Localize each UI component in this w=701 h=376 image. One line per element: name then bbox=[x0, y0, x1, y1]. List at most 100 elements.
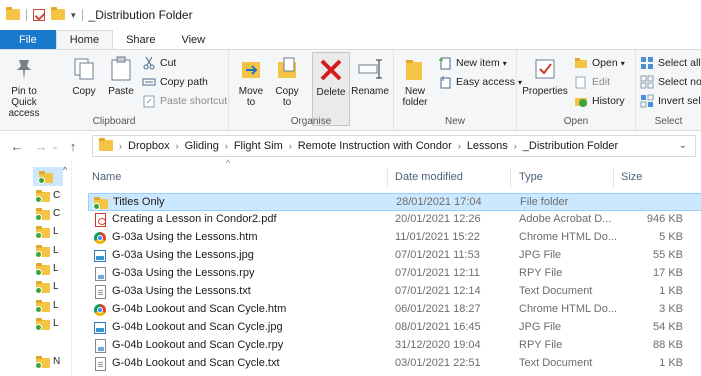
back-arrow-icon[interactable]: ← bbox=[8, 139, 26, 154]
column-divider[interactable] bbox=[613, 168, 614, 188]
file-row[interactable]: G-04b Lookout and Scan Cycle.htm 06/01/2… bbox=[88, 301, 701, 319]
title-bar: ▾ _Distribution Folder bbox=[0, 0, 701, 30]
select-all-button[interactable]: Select all bbox=[640, 56, 701, 70]
breadcrumb-remote-instruction[interactable]: Remote Instruction with Condor bbox=[298, 140, 452, 152]
copy-button[interactable]: Copy bbox=[68, 54, 100, 97]
new-folder-quick-icon[interactable] bbox=[51, 7, 65, 21]
file-row[interactable]: G-04b Lookout and Scan Cycle.jpg 08/01/2… bbox=[88, 319, 701, 337]
file-name: G-03a Using the Lessons.htm bbox=[112, 231, 258, 243]
breadcrumb-distribution-folder[interactable]: _Distribution Folder bbox=[523, 140, 618, 152]
history-label: History bbox=[592, 95, 625, 107]
breadcrumb-dropbox[interactable]: Dropbox bbox=[128, 140, 170, 152]
file-name: G-04b Lookout and Scan Cycle.txt bbox=[112, 357, 280, 369]
nav-item[interactable]: C bbox=[35, 186, 71, 205]
file-row[interactable]: G-04b Lookout and Scan Cycle.rpy 31/12/2… bbox=[88, 337, 701, 355]
paste-shortcut-button[interactable]: Paste shortcut bbox=[142, 94, 227, 108]
image-icon bbox=[93, 321, 107, 335]
file-date: 07/01/2021 12:14 bbox=[395, 285, 481, 297]
properties-label: Properties bbox=[522, 86, 568, 97]
chevron-right-icon[interactable]: › bbox=[225, 141, 228, 151]
pin-quick-access-button[interactable]: Pin to Quick access bbox=[6, 54, 42, 119]
chevron-right-icon[interactable]: › bbox=[176, 141, 179, 151]
properties-button[interactable]: Properties bbox=[521, 54, 569, 97]
history-button[interactable]: History bbox=[574, 94, 625, 108]
chevron-down-icon[interactable]: ⌄ bbox=[679, 140, 687, 151]
chevron-right-icon[interactable]: › bbox=[458, 141, 461, 151]
copy-to-label: Copy to bbox=[275, 86, 299, 108]
recent-locations-icon[interactable]: ⌄ bbox=[50, 141, 60, 152]
edit-button[interactable]: Edit bbox=[574, 75, 610, 89]
column-size[interactable]: Size bbox=[621, 171, 642, 183]
paste-button[interactable]: Paste bbox=[104, 54, 138, 97]
clipboard-group: Pin to Quick access Copy Paste Cut Copy … bbox=[0, 50, 229, 130]
column-name[interactable]: Name bbox=[92, 171, 121, 183]
easy-access-button[interactable]: Easy access ▾ bbox=[438, 75, 522, 89]
column-type[interactable]: Type bbox=[519, 171, 543, 183]
column-date-modified[interactable]: Date modified bbox=[395, 171, 463, 183]
rename-button[interactable]: Rename bbox=[350, 54, 390, 97]
copy-to-button[interactable]: Copy to bbox=[271, 54, 303, 108]
file-date: 03/01/2021 22:51 bbox=[395, 357, 481, 369]
move-to-button[interactable]: Move to bbox=[235, 54, 267, 108]
file-row-titles-only[interactable]: Titles Only 28/01/2021 17:04 File folder bbox=[88, 193, 701, 211]
invert-selection-button[interactable]: Invert sele bbox=[640, 94, 701, 108]
breadcrumb-lessons[interactable]: Lessons bbox=[467, 140, 508, 152]
file-size: 55 KB bbox=[653, 249, 683, 261]
chevron-right-icon[interactable]: › bbox=[289, 141, 292, 151]
file-row[interactable]: Creating a Lesson in Condor2.pdf 20/01/2… bbox=[88, 211, 701, 229]
copy-icon bbox=[69, 54, 99, 84]
new-item-button[interactable]: New item ▾ bbox=[438, 56, 507, 70]
tab-home[interactable]: Home bbox=[55, 30, 114, 49]
history-icon bbox=[574, 94, 588, 108]
nav-item[interactable]: L bbox=[35, 222, 71, 241]
tab-file[interactable]: File bbox=[0, 30, 56, 49]
copy-path-button[interactable]: Copy path bbox=[142, 75, 208, 89]
nav-item[interactable]: C bbox=[35, 204, 71, 223]
nav-item[interactable]: L bbox=[35, 277, 71, 296]
open-button[interactable]: Open ▾ bbox=[574, 56, 625, 70]
cut-button[interactable]: Cut bbox=[142, 56, 176, 70]
folder-icon bbox=[35, 355, 50, 369]
file-date: 20/01/2021 12:26 bbox=[395, 213, 481, 225]
file-size: 17 KB bbox=[653, 267, 683, 279]
breadcrumb-flight-sim[interactable]: Flight Sim bbox=[234, 140, 283, 152]
column-divider[interactable] bbox=[387, 168, 388, 188]
text-icon bbox=[93, 285, 107, 299]
file-row[interactable]: G-03a Using the Lessons.jpg 07/01/2021 1… bbox=[88, 247, 701, 265]
file-name: G-04b Lookout and Scan Cycle.htm bbox=[112, 303, 287, 315]
new-folder-button[interactable]: New folder bbox=[398, 54, 432, 108]
clipboard-group-label: Clipboard bbox=[92, 116, 136, 127]
nav-item[interactable]: L bbox=[35, 241, 71, 260]
forward-arrow-icon[interactable]: → bbox=[32, 139, 50, 154]
scroll-up-icon[interactable]: ^ bbox=[63, 165, 67, 175]
nav-item[interactable]: N bbox=[35, 352, 71, 371]
customize-toolbar-icon[interactable]: ▾ bbox=[71, 10, 76, 21]
tab-share[interactable]: Share bbox=[113, 30, 168, 49]
delete-button[interactable]: Delete bbox=[312, 52, 350, 126]
breadcrumb-gliding[interactable]: Gliding bbox=[185, 140, 219, 152]
nav-item-label: C bbox=[53, 208, 61, 219]
address-bar[interactable]: › Dropbox › Gliding › Flight Sim › Remot… bbox=[92, 135, 696, 157]
properties-quick-icon[interactable] bbox=[33, 9, 45, 21]
new-item-label: New item bbox=[456, 57, 500, 69]
nav-item[interactable]: L bbox=[35, 259, 71, 278]
chevron-right-icon[interactable]: › bbox=[514, 141, 517, 151]
tab-view[interactable]: View bbox=[168, 30, 218, 49]
file-size: 946 KB bbox=[646, 213, 683, 225]
nav-item-label: L bbox=[53, 226, 59, 237]
up-arrow-icon[interactable]: ↑ bbox=[64, 139, 82, 154]
folder-icon bbox=[35, 317, 50, 331]
file-row[interactable]: G-03a Using the Lessons.rpy 07/01/2021 1… bbox=[88, 265, 701, 283]
nav-item[interactable]: L bbox=[35, 314, 71, 333]
paste-label: Paste bbox=[108, 86, 134, 97]
new-group-label: New bbox=[444, 116, 465, 127]
file-row[interactable]: G-03a Using the Lessons.txt 07/01/2021 1… bbox=[88, 283, 701, 301]
column-divider[interactable] bbox=[510, 168, 511, 188]
file-row[interactable]: G-04b Lookout and Scan Cycle.txt 03/01/2… bbox=[88, 355, 701, 373]
select-none-button[interactable]: Select non bbox=[640, 75, 701, 89]
nav-item[interactable] bbox=[33, 167, 63, 186]
sort-ascending-icon: ^ bbox=[226, 158, 231, 168]
file-row[interactable]: G-03a Using the Lessons.htm 11/01/2021 1… bbox=[88, 229, 701, 247]
nav-item[interactable]: L bbox=[35, 296, 71, 315]
file-name: Creating a Lesson in Condor2.pdf bbox=[112, 213, 277, 225]
